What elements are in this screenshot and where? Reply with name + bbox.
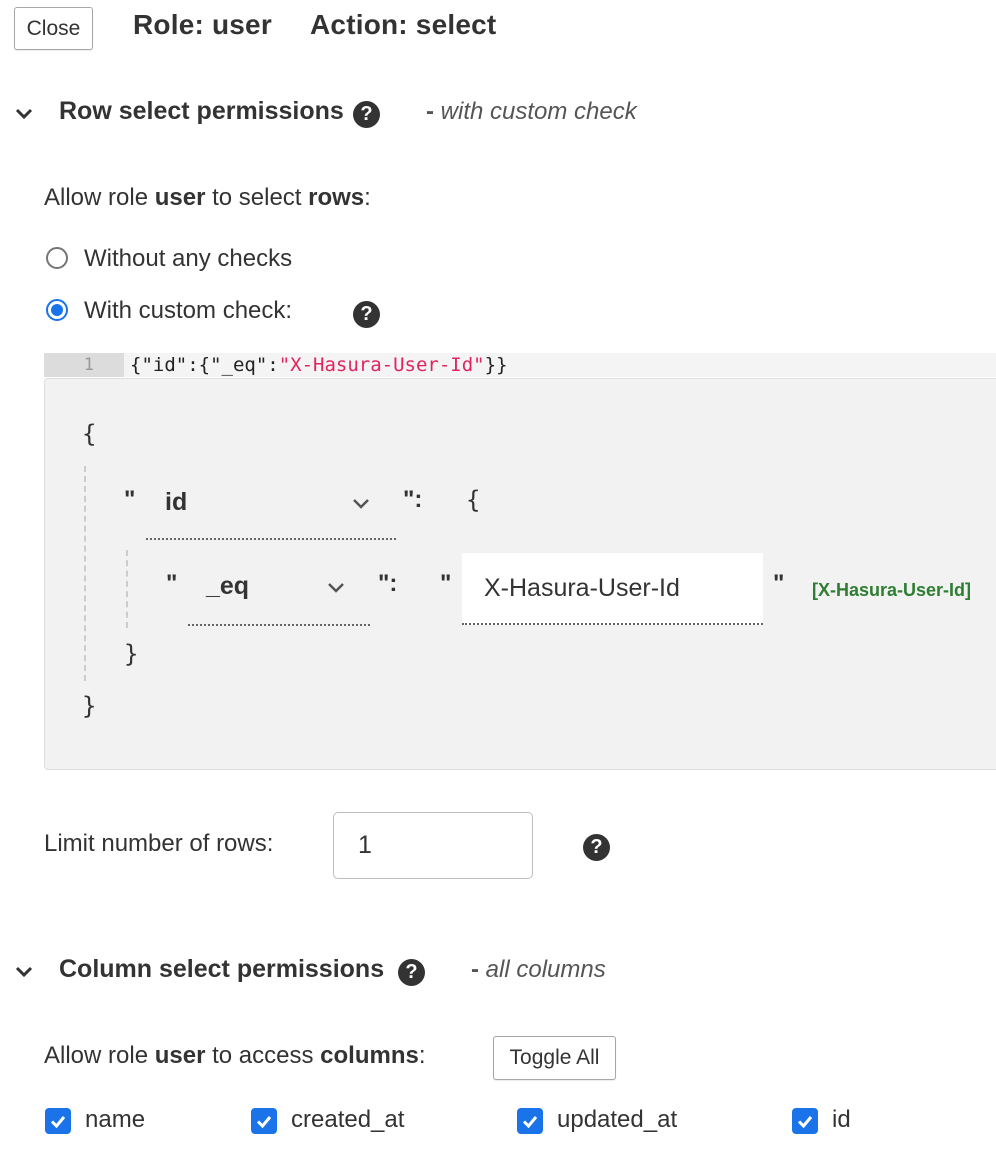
column-allow-text: Allow role user to access columns: — [44, 1042, 426, 1069]
column-section-title[interactable]: Column select permissions — [59, 955, 384, 984]
row-allow-text: Allow role user to select rows: — [44, 184, 371, 211]
quote: " — [440, 570, 452, 597]
close-button[interactable]: Close — [14, 7, 93, 50]
quote: " — [166, 570, 178, 597]
row-section-toggle[interactable] — [14, 104, 34, 129]
colon: ": — [403, 486, 423, 513]
quote: " — [773, 570, 785, 597]
help-icon[interactable]: ? — [353, 301, 380, 328]
checkbox-id[interactable] — [792, 1108, 818, 1134]
row-section-title[interactable]: Row select permissions — [59, 97, 344, 126]
help-icon[interactable]: ? — [353, 101, 380, 128]
checkbox-created-at[interactable] — [251, 1108, 277, 1134]
chevron-down-icon — [15, 966, 33, 978]
outer-indent-line — [84, 466, 86, 681]
chevron-down-icon — [15, 108, 33, 120]
chevron-down-icon — [328, 583, 344, 593]
chevron-down-icon — [353, 499, 369, 509]
column-section-toggle[interactable] — [14, 962, 34, 987]
column-label-updated-at[interactable]: updated_at — [557, 1106, 677, 1134]
check-icon — [50, 1116, 66, 1129]
value-input[interactable]: X-Hasura-User-Id — [462, 553, 763, 625]
radio-custom-check-label[interactable]: With custom check: — [84, 297, 292, 325]
json-editor[interactable]: {"id":{"_eq":"X-Hasura-User-Id"}} — [124, 353, 996, 377]
help-icon[interactable]: ? — [583, 834, 610, 861]
inner-open-brace: { — [466, 486, 481, 514]
column-label-name[interactable]: name — [85, 1106, 145, 1134]
close-brace: } — [82, 692, 97, 720]
checkbox-updated-at[interactable] — [517, 1108, 543, 1134]
column-label-created-at[interactable]: created_at — [291, 1106, 404, 1134]
help-icon[interactable]: ? — [398, 959, 425, 986]
inner-close-brace: } — [124, 640, 139, 668]
radio-custom-check[interactable] — [46, 299, 68, 321]
resolved-session-value: [X-Hasura-User-Id] — [812, 580, 972, 600]
quote: " — [124, 486, 136, 513]
radio-without-checks[interactable] — [46, 247, 68, 269]
check-icon — [256, 1116, 272, 1129]
radio-without-checks-label[interactable]: Without any checks — [84, 245, 292, 273]
role-title: Role: user — [133, 9, 272, 40]
check-icon — [797, 1116, 813, 1129]
operator-select[interactable]: _eq — [188, 570, 370, 626]
colon: ": — [378, 570, 398, 597]
row-section-note: - with custom check — [426, 98, 637, 125]
limit-label: Limit number of rows: — [44, 830, 274, 857]
column-label-id[interactable]: id — [832, 1106, 851, 1134]
column-select[interactable]: id — [146, 486, 396, 540]
toggle-all-button[interactable]: Toggle All — [493, 1036, 616, 1080]
limit-input[interactable]: 1 — [333, 812, 533, 879]
checkbox-name[interactable] — [45, 1108, 71, 1134]
open-brace: { — [82, 420, 97, 448]
action-title: Action: select — [310, 9, 497, 40]
inner-indent-line — [126, 550, 128, 628]
editor-line-number: 1 — [44, 353, 124, 377]
column-section-note: - all columns — [471, 956, 606, 983]
check-icon — [522, 1116, 538, 1129]
